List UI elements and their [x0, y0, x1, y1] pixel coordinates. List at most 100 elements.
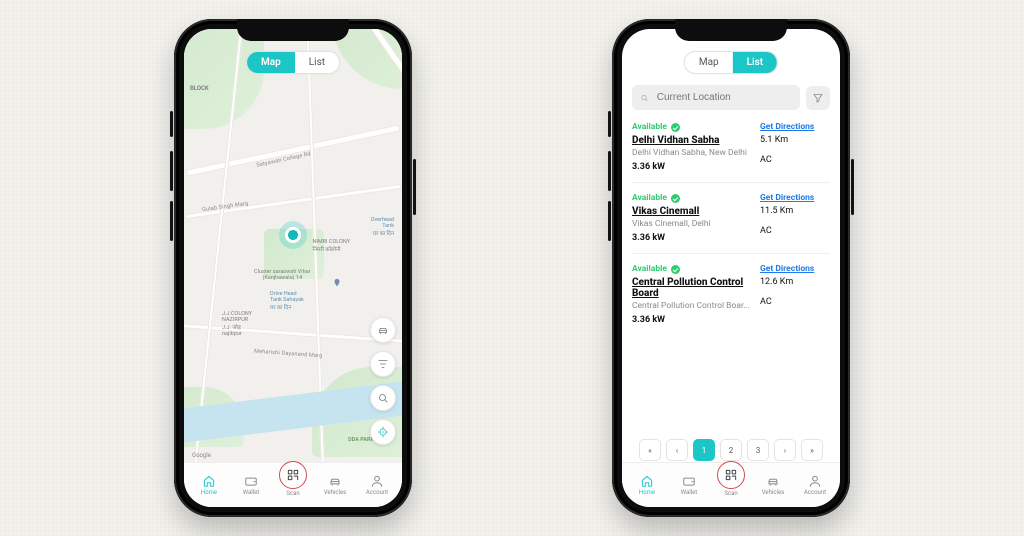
- car-icon: [377, 324, 389, 336]
- search-field[interactable]: [655, 91, 792, 104]
- nav-vehicles[interactable]: Vehicles: [317, 474, 353, 496]
- nav-label: Home: [639, 489, 655, 496]
- scan-circle: [717, 461, 745, 489]
- filter-button[interactable]: [806, 86, 830, 110]
- map-place-label: NIMRI COLONY निमरी कॉलोनी: [312, 239, 350, 253]
- map-place-label: Cluster saraswati Vihar (Kanjhawala) 14: [254, 269, 311, 281]
- home-icon: [202, 474, 216, 488]
- map-road: [186, 124, 401, 176]
- nav-label: Vehicles: [324, 489, 347, 496]
- vehicle-filter-button[interactable]: [370, 317, 396, 343]
- scan-circle: [279, 461, 307, 489]
- phone-side-button: [608, 111, 611, 137]
- nav-label: Home: [201, 489, 217, 496]
- station-address: Vikas Cinemall, Delhi: [632, 219, 752, 229]
- status-badge: Available: [632, 193, 752, 203]
- nav-account[interactable]: Account: [797, 474, 833, 496]
- qr-icon: [286, 468, 300, 482]
- nav-label: Vehicles: [762, 489, 785, 496]
- page-2[interactable]: 2: [720, 439, 742, 461]
- wallet-icon: [244, 474, 258, 488]
- wallet-icon: [682, 474, 696, 488]
- nav-home[interactable]: Home: [629, 474, 665, 496]
- status-label: Available: [632, 193, 667, 203]
- screen: Map List: [622, 29, 840, 507]
- nav-label: Scan: [286, 490, 299, 497]
- phone-side-button: [170, 151, 173, 191]
- screen: Map List BLOCK Satyawa: [184, 29, 402, 507]
- page-last[interactable]: »: [801, 439, 823, 461]
- page-next[interactable]: ›: [774, 439, 796, 461]
- search-input[interactable]: [632, 85, 800, 110]
- station-name[interactable]: Vikas Cinemall: [632, 206, 752, 217]
- station-distance: 5.1 Km: [760, 135, 830, 145]
- search-icon: [640, 93, 649, 103]
- charge-type: AC: [760, 297, 830, 307]
- phone-list-view: Map List: [612, 19, 850, 517]
- bottom-nav: Home Wallet Scan Vehicles: [622, 462, 840, 507]
- phone-side-button: [608, 151, 611, 191]
- page-first[interactable]: «: [639, 439, 661, 461]
- get-directions-link[interactable]: Get Directions: [760, 264, 830, 274]
- nav-wallet[interactable]: Wallet: [233, 474, 269, 496]
- nav-account[interactable]: Account: [359, 474, 395, 496]
- station-power: 3.36 kW: [632, 315, 752, 325]
- station-address: Delhi Vidhan Sabha, New Delhi: [632, 148, 752, 158]
- nav-label: Wallet: [681, 489, 698, 496]
- phone-side-button: [413, 159, 416, 215]
- get-directions-link[interactable]: Get Directions: [760, 122, 830, 132]
- status-label: Available: [632, 122, 667, 132]
- station-name[interactable]: Delhi Vidhan Sabha: [632, 135, 752, 146]
- page-1[interactable]: 1: [693, 439, 715, 461]
- nav-label: Account: [366, 489, 388, 496]
- check-icon: [671, 194, 680, 203]
- search-button[interactable]: [370, 385, 396, 411]
- charge-type: AC: [760, 155, 830, 165]
- nav-wallet[interactable]: Wallet: [671, 474, 707, 496]
- tab-list[interactable]: List: [733, 52, 778, 73]
- view-toggle: Map List: [246, 51, 340, 74]
- station-card[interactable]: Available Central Pollution Control Boar…: [632, 264, 830, 335]
- get-directions-link[interactable]: Get Directions: [760, 193, 830, 203]
- list-body: Available Delhi Vidhan Sabha Delhi Vidha…: [622, 29, 840, 507]
- check-icon: [671, 123, 680, 132]
- station-distance: 12.6 Km: [760, 277, 830, 287]
- tab-map[interactable]: Map: [247, 52, 295, 73]
- nav-label: Account: [804, 489, 826, 496]
- pagination: « ‹ 1 2 3 › »: [622, 439, 840, 461]
- station-card[interactable]: Available Delhi Vidhan Sabha Delhi Vidha…: [632, 122, 830, 183]
- station-power: 3.36 kW: [632, 162, 752, 172]
- station-power: 3.36 kW: [632, 233, 752, 243]
- status-label: Available: [632, 264, 667, 274]
- map-place-label: Overhead Tank घर का दिन: [371, 217, 394, 237]
- tab-list[interactable]: List: [295, 52, 339, 73]
- map-fab-column: [370, 317, 396, 445]
- qr-icon: [724, 468, 738, 482]
- stage: Map List BLOCK Satyawa: [0, 0, 1024, 536]
- view-toggle: Map List: [684, 51, 778, 74]
- recenter-button[interactable]: [370, 419, 396, 445]
- filter-button[interactable]: [370, 351, 396, 377]
- tab-map[interactable]: Map: [685, 52, 733, 73]
- station-distance: 11.5 Km: [760, 206, 830, 216]
- page-3[interactable]: 3: [747, 439, 769, 461]
- nav-home[interactable]: Home: [191, 474, 227, 496]
- phone-side-button: [170, 111, 173, 137]
- user-icon: [808, 474, 822, 488]
- map-road: [185, 184, 402, 219]
- page-prev[interactable]: ‹: [666, 439, 688, 461]
- map-block-label: BLOCK: [190, 85, 209, 92]
- phone-side-button: [170, 201, 173, 241]
- phone-map-view: Map List BLOCK Satyawa: [174, 19, 412, 517]
- nav-scan[interactable]: Scan: [275, 473, 311, 497]
- station-card[interactable]: Available Vikas Cinemall Vikas Cinemall,…: [632, 193, 830, 254]
- car-icon: [766, 474, 780, 488]
- map-park: [184, 29, 264, 129]
- nav-scan[interactable]: Scan: [713, 473, 749, 497]
- nav-vehicles[interactable]: Vehicles: [755, 474, 791, 496]
- station-name[interactable]: Central Pollution Control Board: [632, 277, 752, 299]
- user-icon: [370, 474, 384, 488]
- search-row: [632, 85, 830, 110]
- map-place-label: Drive Head Tank Sahayak घर का दिन: [270, 291, 304, 311]
- filter-icon: [377, 358, 389, 370]
